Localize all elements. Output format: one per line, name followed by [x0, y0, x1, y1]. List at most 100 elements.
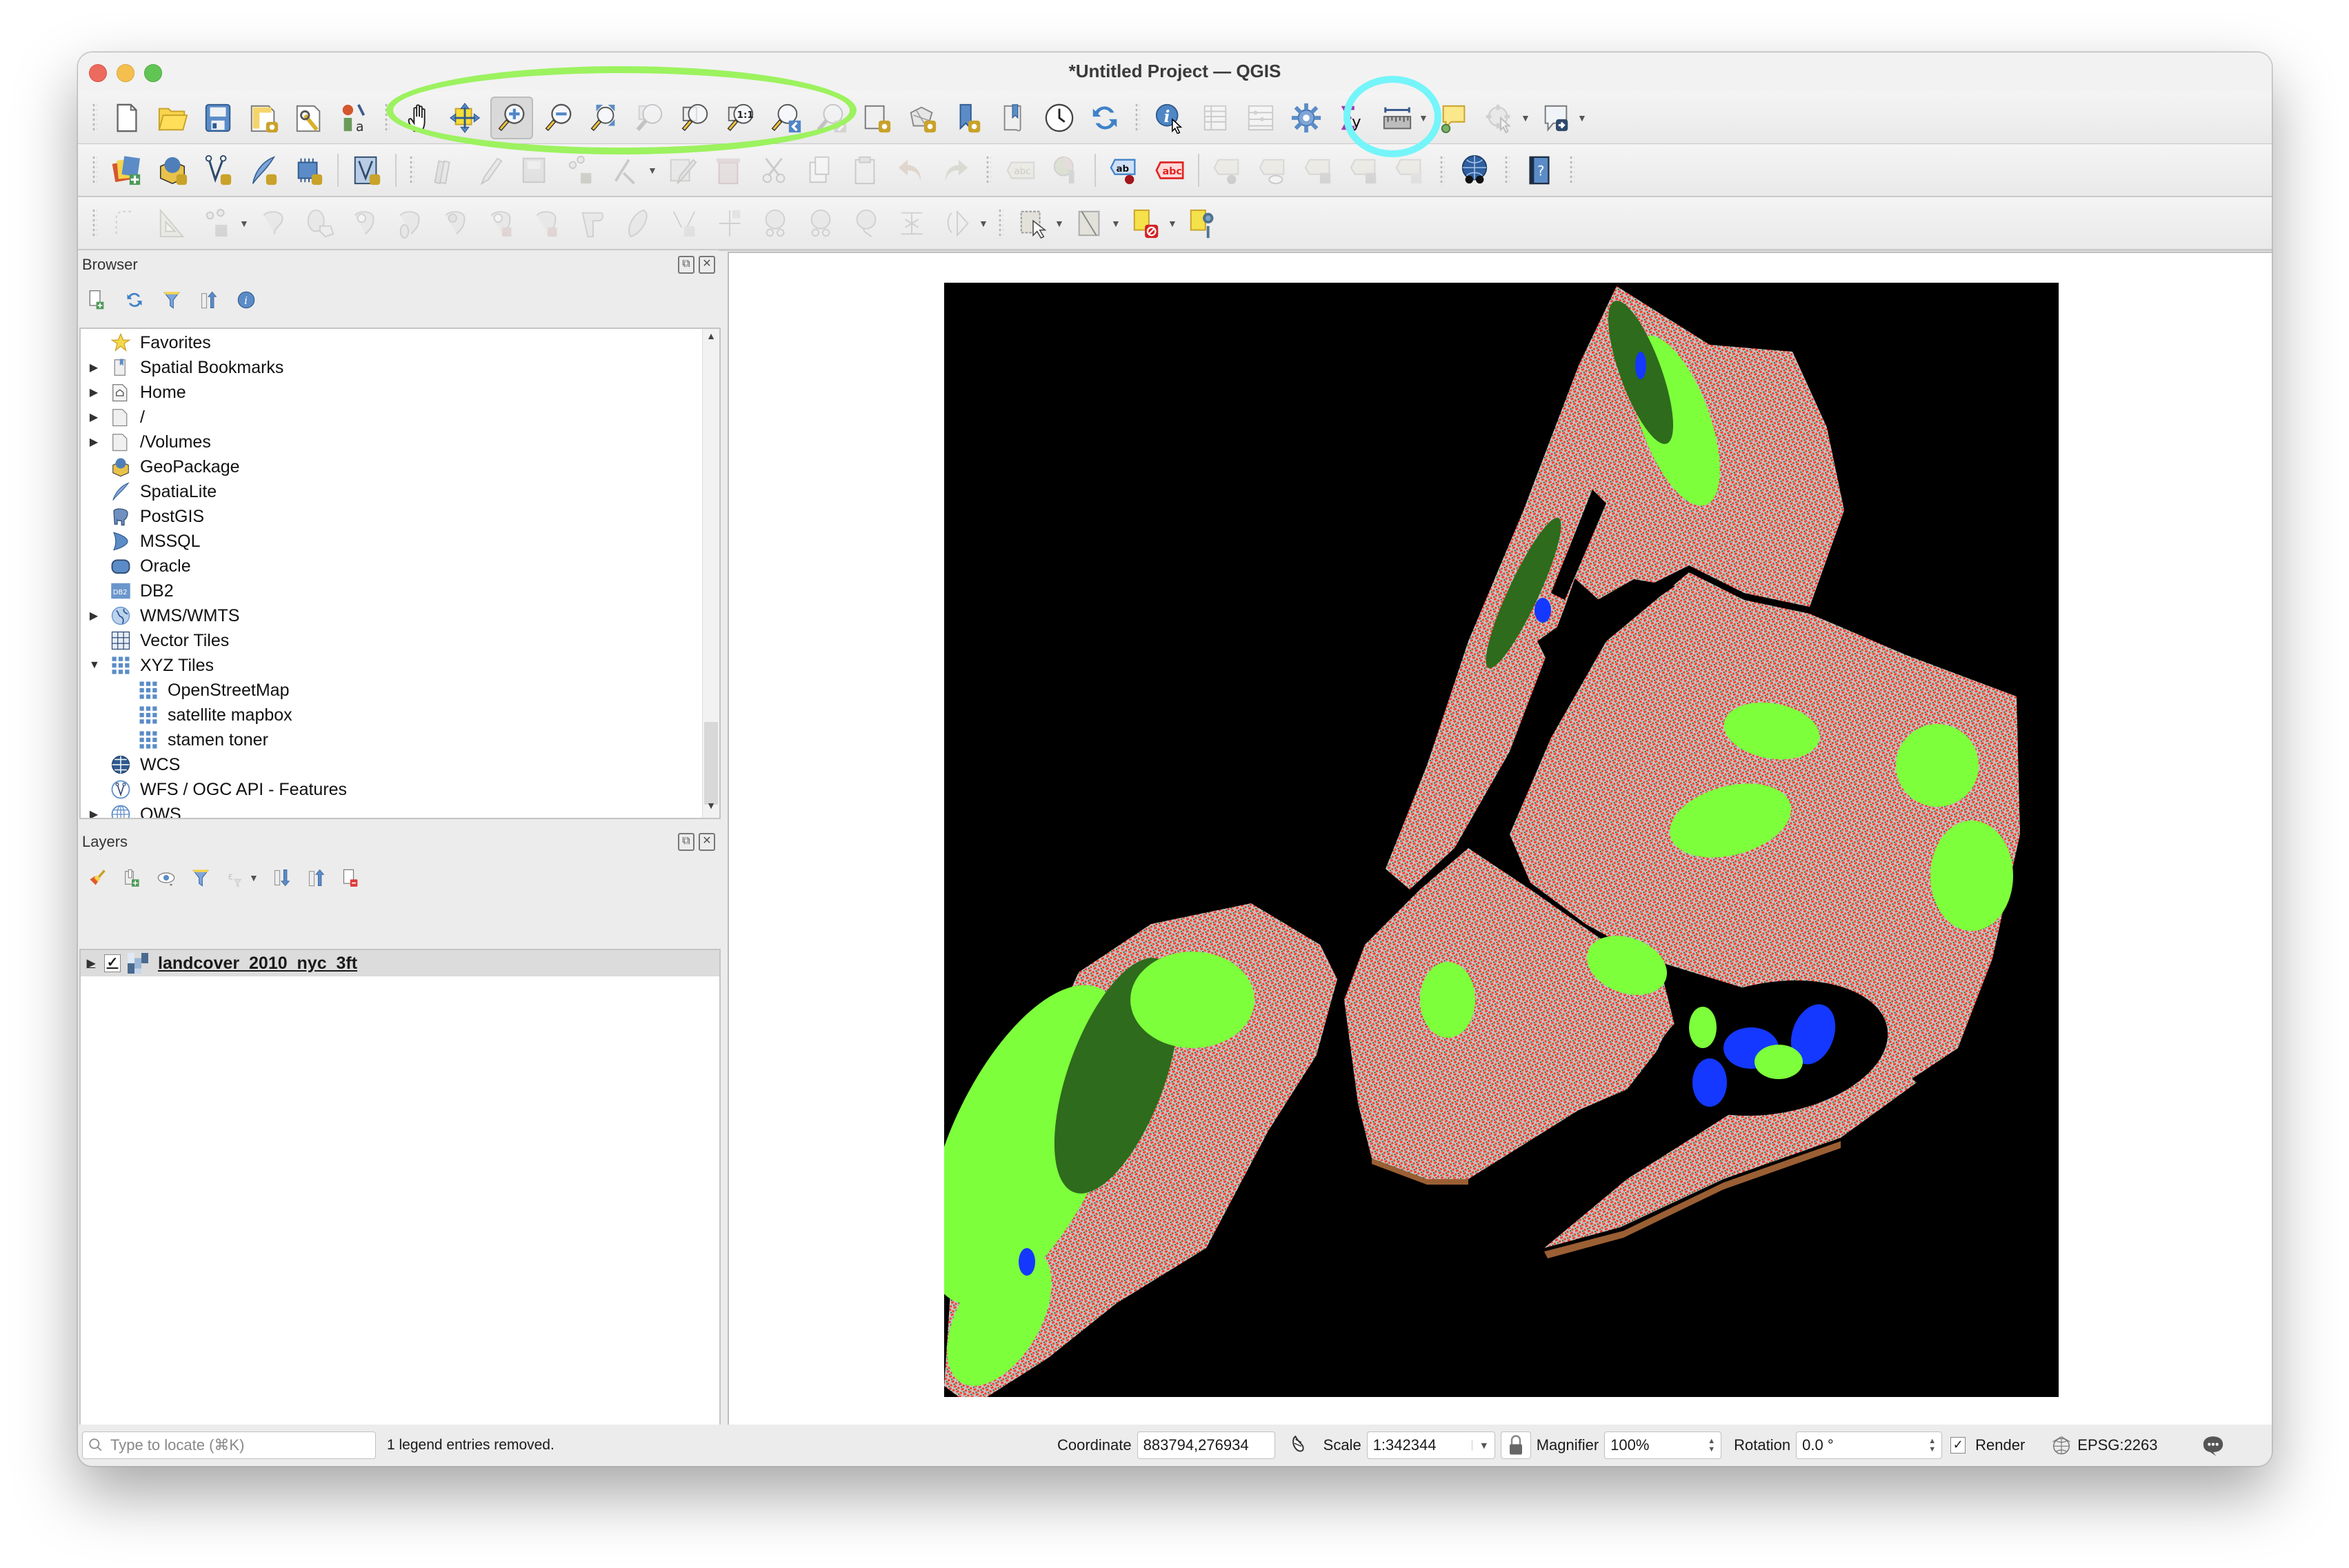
field-calculator-button[interactable] [1241, 98, 1281, 138]
show-spatial-bookmarks-button[interactable] [994, 98, 1034, 138]
split-features-button[interactable] [755, 203, 795, 243]
move-feature-button[interactable] [198, 203, 238, 243]
lock-scale-button[interactable] [1500, 1431, 1531, 1459]
advanced-digitizing-button[interactable] [107, 203, 147, 243]
zoom-to-selection-button[interactable] [630, 98, 670, 138]
browser-item[interactable]: ▶ Home [81, 380, 186, 405]
filter-by-expression-button[interactable]: ε [224, 865, 246, 890]
expand-arrow-icon[interactable]: ▶ [89, 435, 99, 449]
merge-features-button[interactable] [846, 203, 886, 243]
scroll-down-arrow[interactable]: ▼ [703, 800, 719, 816]
toolbar-grip[interactable] [998, 208, 1003, 239]
float-panel-button[interactable]: ⧉ [678, 833, 694, 851]
toolbar-grip[interactable] [409, 154, 414, 185]
open-layer-styling-button[interactable] [86, 865, 108, 890]
show-hide-labels-eye-button[interactable] [1253, 150, 1293, 190]
zoom-out-button[interactable] [539, 98, 579, 138]
expand-all-button[interactable] [271, 865, 293, 890]
rotate-feature-button[interactable] [254, 203, 294, 243]
add-point-feature-button[interactable] [561, 150, 601, 190]
show-hide-labels-button[interactable] [1208, 150, 1248, 190]
identify-features-button[interactable]: i [1150, 98, 1190, 138]
toolbar-grip[interactable] [986, 154, 991, 185]
browser-item[interactable]: satellite mapbox [108, 703, 292, 727]
cut-features-button[interactable] [754, 150, 794, 190]
new-spatial-bookmark-button[interactable] [948, 98, 988, 138]
render-checkbox[interactable]: ✓ [1950, 1437, 1966, 1454]
zoom-last-button[interactable] [766, 98, 806, 138]
undo-button[interactable] [890, 150, 930, 190]
pan-map-button[interactable] [399, 98, 439, 138]
browser-item[interactable]: ▶ / [81, 405, 145, 430]
action-dropdown-arrow[interactable]: ▼ [1521, 112, 1530, 123]
add-selected-layers-button[interactable] [86, 288, 108, 312]
browser-item[interactable]: Vector Tiles [81, 628, 229, 653]
expand-arrow-icon[interactable]: ▶ [89, 361, 99, 374]
deselect-dropdown-arrow[interactable]: ▼ [1168, 218, 1177, 229]
browser-item[interactable]: MSSQL [81, 529, 201, 554]
add-ring-button[interactable] [346, 203, 386, 243]
toolbar-grip[interactable] [384, 102, 390, 133]
set-square-button[interactable] [152, 203, 192, 243]
offset-curve-button[interactable] [619, 203, 659, 243]
layer-diagram-options-button[interactable] [1046, 150, 1086, 190]
filter-legend-button[interactable] [190, 865, 212, 890]
vertex-dropdown-arrow[interactable]: ▼ [648, 165, 657, 176]
browser-item[interactable]: ▶ /Volumes [81, 430, 211, 454]
browser-item[interactable]: ▼ XYZ Tiles [81, 653, 214, 678]
open-attribute-table-button[interactable] [1195, 98, 1235, 138]
select-features-button[interactable] [1013, 203, 1053, 243]
pan-to-selection-button[interactable] [445, 98, 485, 138]
new-shapefile-layer-button[interactable] [198, 150, 238, 190]
deselect-all-button[interactable] [1126, 203, 1166, 243]
toolbar-grip[interactable] [92, 154, 97, 185]
browser-item[interactable]: Oracle [81, 554, 191, 579]
collapse-all-layers-button[interactable] [306, 865, 328, 890]
zoom-full-button[interactable] [584, 98, 624, 138]
browser-item[interactable]: ▶ Spatial Bookmarks [81, 355, 284, 380]
scale-feature-button[interactable] [300, 203, 340, 243]
toolbar-grip[interactable] [1134, 102, 1140, 133]
reshape-features-button[interactable] [573, 203, 613, 243]
highlight-pinned-labels-button[interactable]: abc [1150, 150, 1190, 190]
delete-ring-button[interactable] [482, 203, 522, 243]
fill-ring-button[interactable] [437, 203, 477, 243]
temporal-controller-button[interactable] [1039, 98, 1079, 138]
annotation-dropdown-arrow[interactable]: ▼ [1577, 112, 1587, 123]
browser-item[interactable]: stamen toner [108, 727, 268, 752]
change-label-button[interactable] [1390, 150, 1430, 190]
new-project-button[interactable] [107, 98, 147, 138]
toolbar-grip[interactable] [1569, 154, 1575, 185]
layer-labeling-options-button[interactable]: abc [1001, 150, 1041, 190]
browser-item[interactable]: WCS [81, 752, 180, 777]
zoom-native-button[interactable]: 1:1 [721, 98, 761, 138]
move-feature-dropdown-arrow[interactable]: ▼ [239, 218, 249, 229]
new-virtual-layer-button[interactable] [289, 150, 329, 190]
new-map-view-button[interactable] [857, 98, 897, 138]
browser-item[interactable]: SpatiaLite [81, 479, 217, 504]
help-button[interactable]: ? [1519, 150, 1559, 190]
expand-arrow-icon[interactable]: ▶ [89, 385, 99, 399]
browser-item[interactable]: ▶ OWS [81, 802, 181, 818]
enable-properties-button[interactable]: i [235, 288, 257, 312]
split-parts-button[interactable] [801, 203, 841, 243]
chevron-down-icon[interactable]: ▼ [1471, 1440, 1489, 1451]
locator-search-input[interactable]: Type to locate (⌘K) [82, 1431, 376, 1459]
toolbar-grip[interactable] [1504, 154, 1510, 185]
refresh-button[interactable] [1085, 98, 1125, 138]
run-feature-action-button[interactable] [1479, 98, 1519, 138]
magnifier-spinbox[interactable]: 100% ▲ ▼ [1604, 1431, 1722, 1459]
processing-toolbox-button[interactable] [1286, 98, 1326, 138]
trim-extend-button[interactable] [710, 203, 750, 243]
mouse-extents-toggle-icon[interactable] [1288, 1434, 1311, 1457]
annotation-button[interactable] [1536, 98, 1576, 138]
toolbar-grip[interactable] [92, 102, 97, 133]
zoom-to-layer-button[interactable] [675, 98, 715, 138]
spin-arrows-icon[interactable]: ▲ ▼ [1708, 1437, 1715, 1454]
reverse-line-button[interactable] [664, 203, 704, 243]
browser-item[interactable]: DB2 DB2 [81, 579, 174, 603]
close-panel-button[interactable]: ✕ [699, 833, 715, 851]
open-project-button[interactable] [152, 98, 192, 138]
simplify-feature-button[interactable] [892, 203, 932, 243]
browser-item[interactable]: GeoPackage [81, 454, 240, 479]
